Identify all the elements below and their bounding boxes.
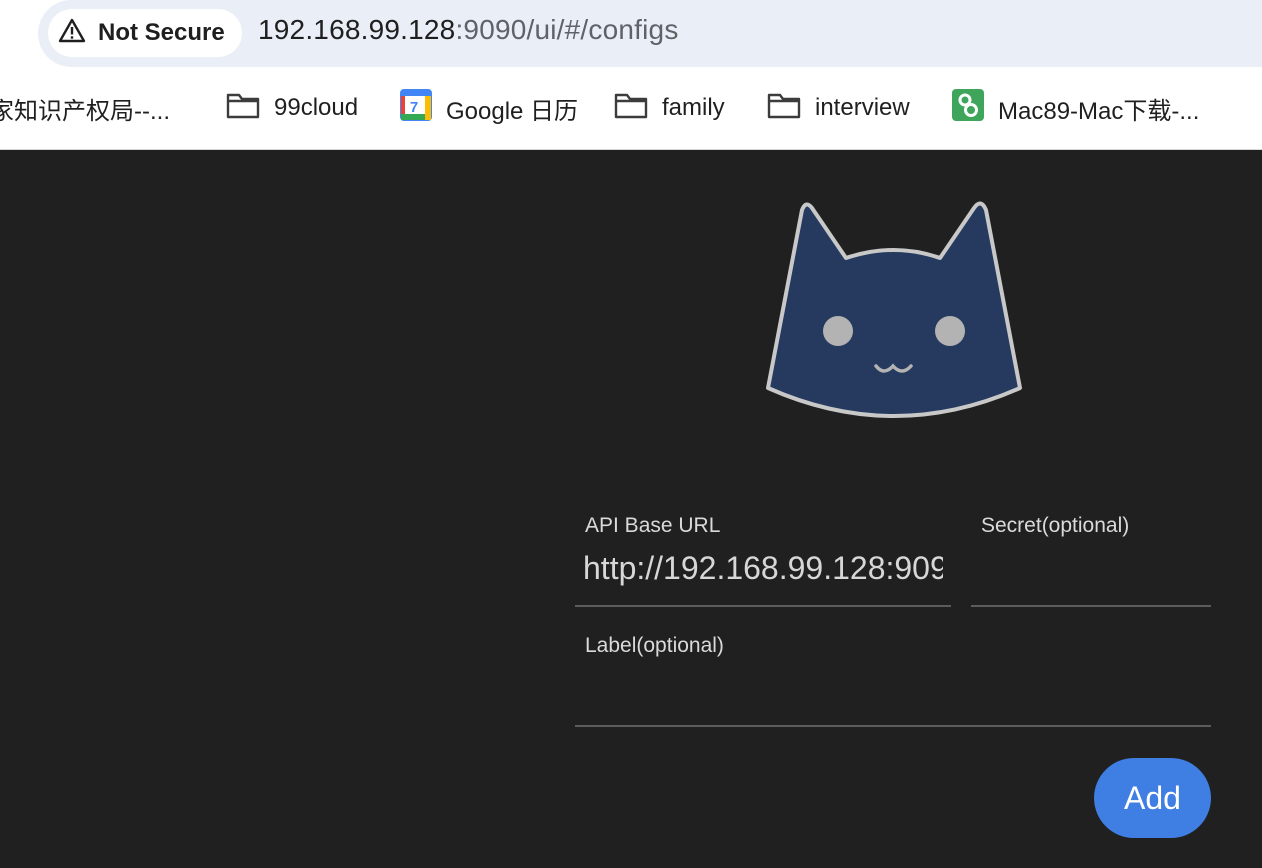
bookmark-label: 99cloud xyxy=(274,94,359,121)
api-base-url-label: API Base URL xyxy=(585,514,721,537)
calendar-day: 7 xyxy=(410,99,418,116)
url-path: :9090/ui/#/configs xyxy=(455,14,679,45)
bookmarks-bar: 家知识产权局--... 99cloud 7 Google 日历 family i… xyxy=(0,80,1262,136)
bookmark-mac89[interactable]: Mac89-Mac下载-... xyxy=(952,80,1199,136)
cat-logo xyxy=(760,196,1026,424)
browser-chrome: Not Secure 192.168.99.128:9090/ui/#/conf… xyxy=(0,0,1262,150)
bookmark-label: Mac89-Mac下载-... xyxy=(998,97,1200,125)
add-button[interactable]: Add xyxy=(1094,758,1211,838)
bookmark-family[interactable]: family xyxy=(614,80,725,136)
url-text[interactable]: 192.168.99.128:9090/ui/#/configs xyxy=(258,14,679,46)
google-calendar-icon: 7 xyxy=(400,88,432,128)
url-host: 192.168.99.128 xyxy=(258,14,456,45)
bookmark-label: Google 日历 xyxy=(446,97,579,125)
folder-icon xyxy=(226,91,260,126)
bookmark-99cloud[interactable]: 99cloud xyxy=(226,80,358,136)
bookmark-interview[interactable]: interview xyxy=(767,80,910,136)
bookmark-label: 家知识产权局--... xyxy=(0,97,170,125)
folder-icon xyxy=(767,91,801,126)
warning-icon xyxy=(58,17,86,50)
security-label: Not Secure xyxy=(98,19,225,46)
address-bar[interactable]: Not Secure 192.168.99.128:9090/ui/#/conf… xyxy=(38,0,1262,67)
secret-underline xyxy=(971,605,1211,607)
bookmark-google-calendar[interactable]: 7 Google 日历 xyxy=(400,80,578,136)
mac89-icon xyxy=(952,88,984,128)
api-base-url-underline xyxy=(575,605,951,607)
bookmark-label: family xyxy=(662,94,725,121)
label-input[interactable] xyxy=(583,666,1203,710)
label-underline xyxy=(575,725,1211,727)
bookmark-label: interview xyxy=(815,94,910,121)
api-base-url-input[interactable] xyxy=(583,546,943,590)
security-indicator[interactable]: Not Secure xyxy=(48,9,242,57)
label-field-label: Label(optional) xyxy=(585,634,724,657)
secret-input[interactable] xyxy=(979,546,1203,590)
folder-icon xyxy=(614,91,648,126)
secret-label: Secret(optional) xyxy=(981,514,1130,537)
bookmark-ip-office[interactable]: 家知识产权局--... xyxy=(0,80,170,136)
